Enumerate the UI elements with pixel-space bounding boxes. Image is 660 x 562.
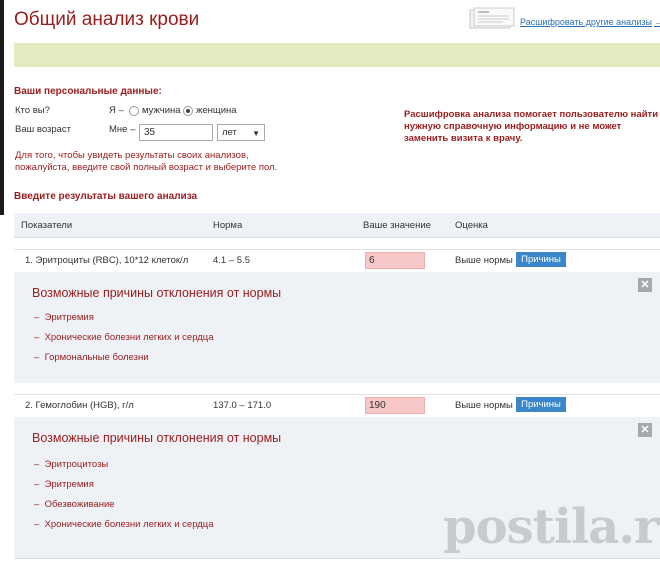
reason-label: Гормональные болезни [44,352,149,363]
page-title: Общий анализ крови [14,9,200,30]
column-header-value: Ваше значение [363,220,431,231]
watermark: postila.ru [443,499,660,555]
results-section-title: Введите результаты вашего анализа [14,191,198,202]
age-gender-hint: Для того, чтобы увидеть результаты своих… [15,150,278,173]
indicator-norm: 4.1 – 5.5 [213,255,250,266]
assessment-text: Выше нормы [455,400,513,411]
reason-item[interactable]: – Эритроцитозы [34,459,108,470]
reason-label: Хронические болезни легких и сердца [44,519,214,530]
value-input[interactable]: 190 [365,397,425,414]
left-edge-bar [0,0,4,215]
reason-item[interactable]: – Гормональные болезни [34,352,149,363]
reason-label: Эритремия [44,479,94,490]
reason-item[interactable]: – Эритремия [34,479,94,490]
age-prefix: Мне – [109,124,136,135]
indicator-name: 1. Эритроциты (RBC), 10*12 клеток/л [25,255,189,266]
reasons-panel-title: Возможные причины отклонения от нормы [32,431,282,445]
personal-data-section: Ваши персональные данные: Кто вы? Я – му… [14,86,660,173]
indicator-norm: 137.0 – 171.0 [213,400,272,411]
age-row: Ваш возраст Мне – 35 лет ▼ [15,124,395,142]
who-label: Кто вы? [15,105,50,116]
decode-link-label[interactable]: Расшифровать другие анализы [520,17,652,27]
arrow-right-icon: → [654,16,660,28]
age-unit-value: лет [222,127,237,138]
gender-option-female[interactable]: женщина [183,105,237,116]
info-band [14,43,660,67]
reasons-button[interactable]: Причины [516,397,566,412]
indicator-name: 2. Гемоглобин (HGB), г/л [25,400,134,411]
reason-label: Обезвоживание [44,499,115,510]
age-unit-select[interactable]: лет ▼ [217,124,265,141]
who-prefix: Я – [109,105,124,116]
radio-male[interactable] [129,105,139,116]
reason-label: Эритремия [44,312,94,323]
close-icon[interactable]: ✕ [638,278,652,292]
reason-item[interactable]: – Обезвоживание [34,499,115,510]
value-input[interactable]: 6 [365,252,425,269]
age-input[interactable]: 35 [139,124,213,141]
reason-item[interactable]: – Хронические болезни легких и сердца [34,519,214,530]
column-header-norm: Норма [213,220,243,231]
age-label: Ваш возраст [15,124,72,135]
column-header-indicator: Показатели [21,220,73,231]
table-row: 1. Эритроциты (RBC), 10*12 клеток/л 4.1 … [14,249,660,271]
reason-label: Хронические болезни легких и сердца [44,332,214,343]
reason-label: Эритроцитозы [44,459,109,470]
assessment-text: Выше нормы [455,255,513,266]
table-row: 2. Гемоглобин (HGB), г/л 137.0 – 171.0 1… [14,394,660,416]
reason-item[interactable]: – Эритремия [34,312,94,323]
decode-other-tests-link[interactable]: Расшифровать другие анализы → [520,16,660,28]
personal-data-title: Ваши персональные данные: [14,86,162,97]
page-header: Общий анализ крови Расшифровать другие а… [14,0,660,40]
reasons-panel: Возможные причины отклонения от нормы ✕ … [14,272,660,383]
reason-item[interactable]: – Хронические болезни легких и сердца [34,332,214,343]
gender-female-label: женщина [196,105,237,116]
reasons-button[interactable]: Причины [516,252,566,267]
radio-female[interactable] [183,105,193,116]
close-icon[interactable]: ✕ [638,423,652,437]
reasons-panel-title: Возможные причины отклонения от нормы [32,286,282,300]
results-table-header: Показатели Норма Ваше значение Оценка [14,213,660,238]
disclaimer-note: Расшифровка анализа помогает пользовател… [404,109,659,144]
gender-male-label: мужчина [142,105,181,116]
row-divider [14,558,660,559]
gender-row: Кто вы? Я – мужчина женщина [15,105,395,119]
dropdown-caret-icon: ▼ [252,129,260,138]
gender-option-male[interactable]: мужчина [129,105,181,116]
column-header-assessment: Оценка [455,220,488,231]
documents-icon [469,7,515,29]
